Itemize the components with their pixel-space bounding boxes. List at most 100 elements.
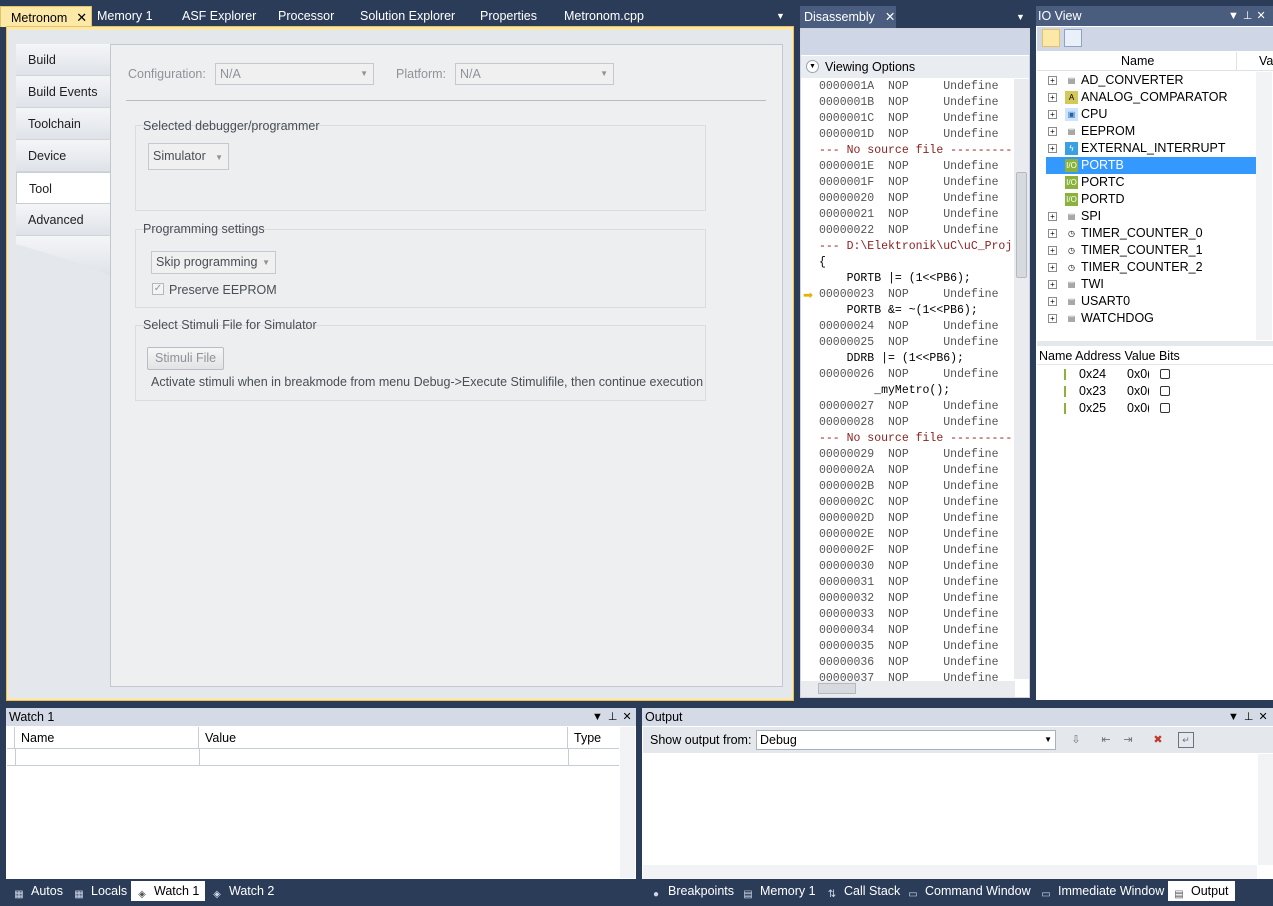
disassembly-line[interactable]: 00000024 NOP Undefine bbox=[804, 319, 1014, 335]
disassembly-line[interactable]: 0000001C NOP Undefine bbox=[804, 111, 1014, 127]
view-toggle-icon[interactable] bbox=[1042, 29, 1060, 47]
configuration-select[interactable]: N/A ▼ bbox=[215, 63, 374, 85]
expand-icon[interactable]: + bbox=[1048, 280, 1057, 289]
io-item-portd[interactable]: I/O PORTD bbox=[1046, 191, 1256, 208]
io-item-spi[interactable]: + ▤ SPI bbox=[1046, 208, 1256, 225]
debugger-select[interactable]: Simulator ▼ bbox=[148, 143, 229, 170]
disassembly-line[interactable]: 00000020 NOP Undefine bbox=[804, 191, 1014, 207]
close-icon[interactable]: ✕ bbox=[76, 10, 87, 25]
io-item-cpu[interactable]: + ▣ CPU bbox=[1046, 106, 1256, 123]
chevron-down-icon[interactable]: ▼ bbox=[776, 6, 785, 27]
scrollbar-thumb[interactable] bbox=[1016, 172, 1027, 278]
stimuli-file-button[interactable]: Stimuli File bbox=[147, 347, 225, 370]
source-line[interactable]: PORTB |= (1<<PB6); bbox=[804, 271, 1014, 287]
column-value[interactable]: Value bbox=[199, 727, 568, 749]
io-item-usart0[interactable]: + ▤ USART0 bbox=[1046, 293, 1256, 310]
disassembly-line[interactable]: 0000002E NOP Undefine bbox=[804, 527, 1014, 543]
pin-icon[interactable]: ⊥ bbox=[608, 711, 623, 723]
disassembly-line[interactable]: 00000033 NOP Undefine bbox=[804, 607, 1014, 623]
io-item-portc[interactable]: I/O PORTC bbox=[1046, 174, 1256, 191]
disassembly-line[interactable]: 0000002B NOP Undefine bbox=[804, 479, 1014, 495]
expand-icon[interactable]: + bbox=[1048, 76, 1057, 85]
disassembly-line[interactable]: 00000029 NOP Undefine bbox=[804, 447, 1014, 463]
bottom-tab-memory-1[interactable]: ▤ Memory 1 bbox=[737, 881, 822, 901]
close-icon[interactable]: ✕ bbox=[1258, 711, 1272, 723]
find-message-icon[interactable]: ⇩ bbox=[1068, 732, 1084, 748]
disassembly-line[interactable]: 0000002F NOP Undefine bbox=[804, 543, 1014, 559]
bottom-tab-immediate-window[interactable]: ▭ Immediate Window bbox=[1035, 881, 1170, 901]
disassembly-line[interactable]: 00000035 NOP Undefine bbox=[804, 639, 1014, 655]
platform-select[interactable]: N/A ▼ bbox=[455, 63, 614, 85]
chevron-down-icon[interactable]: ▼ bbox=[806, 60, 819, 73]
source-line[interactable]: PORTB &= ~(1<<PB6); bbox=[804, 303, 1014, 319]
bit-checkbox[interactable] bbox=[1160, 369, 1170, 379]
disassembly-line[interactable]: 00000037 NOP Undefine bbox=[804, 671, 1014, 681]
output-source-select[interactable]: Debug ▼ bbox=[756, 730, 1056, 750]
bottom-tab-watch-2[interactable]: ◈ Watch 2 bbox=[206, 881, 280, 901]
io-item-analog-comparator[interactable]: + A ANALOG_COMPARATOR bbox=[1046, 89, 1256, 106]
expand-icon[interactable]: + bbox=[1048, 314, 1057, 323]
disassembly-line[interactable]: 00000026 NOP Undefine bbox=[804, 367, 1014, 383]
disassembly-line[interactable]: 00000027 NOP Undefine bbox=[804, 399, 1014, 415]
disassembly-line[interactable]: 00000034 NOP Undefine bbox=[804, 623, 1014, 639]
tab-processor[interactable]: Processor bbox=[268, 6, 334, 27]
tab-memory-1[interactable]: Memory 1 bbox=[87, 6, 153, 27]
disassembly-line[interactable]: 0000002D NOP Undefine bbox=[804, 511, 1014, 527]
disassembly-line[interactable]: 0000001F NOP Undefine bbox=[804, 175, 1014, 191]
side-tab-tool[interactable]: Tool bbox=[16, 172, 112, 204]
bottom-tab-command-window[interactable]: ▭ Command Window bbox=[902, 881, 1037, 901]
disassembly-tab[interactable]: Disassembly ✕ bbox=[800, 6, 896, 28]
side-tab-toolchain[interactable]: Toolchain bbox=[16, 108, 110, 140]
source-separator[interactable]: --- No source file --------- bbox=[804, 431, 1014, 447]
io-item-twi[interactable]: + ▤ TWI bbox=[1046, 276, 1256, 293]
side-tab-device[interactable]: Device bbox=[16, 140, 110, 172]
chevron-down-icon[interactable]: ▼ bbox=[1228, 711, 1244, 723]
output-horizontal-scrollbar[interactable] bbox=[643, 865, 1257, 879]
side-tab-advanced[interactable]: Advanced bbox=[16, 204, 110, 236]
bottom-tab-call-stack[interactable]: ⇅ Call Stack bbox=[821, 881, 906, 901]
io-item-timer-counter-2[interactable]: + ◷ TIMER_COUNTER_2 bbox=[1046, 259, 1256, 276]
io-item-timer-counter-1[interactable]: + ◷ TIMER_COUNTER_1 bbox=[1046, 242, 1256, 259]
expand-icon[interactable]: + bbox=[1048, 246, 1057, 255]
disassembly-line[interactable]: 00000022 NOP Undefine bbox=[804, 223, 1014, 239]
disassembly-line[interactable]: 0000001A NOP Undefine bbox=[804, 79, 1014, 95]
pin-close-controls[interactable]: ▼⊥✕ bbox=[1228, 6, 1270, 26]
bottom-tab-locals[interactable]: ▦ Locals bbox=[68, 881, 133, 901]
column-name[interactable]: Name bbox=[15, 727, 199, 749]
tab-asf-explorer[interactable]: ASF Explorer bbox=[172, 6, 256, 27]
io-item-eeprom[interactable]: + ▤ EEPROM bbox=[1046, 123, 1256, 140]
disassembly-line[interactable]: 0000002C NOP Undefine bbox=[804, 495, 1014, 511]
close-icon[interactable]: ✕ bbox=[1256, 10, 1269, 22]
disassembly-line[interactable]: 00000036 NOP Undefine bbox=[804, 655, 1014, 671]
tab-metronom-cpp[interactable]: Metronom.cpp bbox=[554, 6, 644, 27]
chevron-down-icon[interactable]: ▼ bbox=[1228, 10, 1243, 22]
bit-checkbox[interactable] bbox=[1160, 403, 1170, 413]
disassembly-line[interactable]: 00000030 NOP Undefine bbox=[804, 559, 1014, 575]
bottom-tab-autos[interactable]: ▦ Autos bbox=[8, 881, 69, 901]
clear-all-icon[interactable]: ✖ bbox=[1150, 732, 1166, 748]
source-separator[interactable]: --- No source file --------- bbox=[804, 143, 1014, 159]
view-split-icon[interactable] bbox=[1064, 29, 1082, 47]
disassembly-line[interactable]: 00000032 NOP Undefine bbox=[804, 591, 1014, 607]
close-icon[interactable]: ✕ bbox=[885, 10, 895, 24]
expand-icon[interactable]: + bbox=[1048, 127, 1057, 136]
disassembly-line[interactable]: 00000028 NOP Undefine bbox=[804, 415, 1014, 431]
preserve-eeprom-checkbox[interactable]: ✓ bbox=[152, 283, 164, 295]
bottom-tab-output[interactable]: ▤ Output bbox=[1168, 881, 1235, 901]
disassembly-line[interactable]: 0000002A NOP Undefine bbox=[804, 463, 1014, 479]
column-name[interactable]: Name bbox=[1121, 54, 1154, 68]
disassembly-line[interactable]: 0000001D NOP Undefine bbox=[804, 127, 1014, 143]
source-line[interactable]: { bbox=[804, 255, 1014, 271]
side-tab-build[interactable]: Build bbox=[16, 44, 110, 76]
tab-solution-explorer[interactable]: Solution Explorer bbox=[350, 6, 455, 27]
bottom-tab-watch-1[interactable]: ◈ Watch 1 bbox=[131, 881, 206, 901]
viewing-options-header[interactable]: Viewing Options bbox=[801, 56, 1029, 78]
expand-icon[interactable]: + bbox=[1048, 93, 1057, 102]
tab-properties[interactable]: Properties bbox=[470, 6, 537, 27]
expand-icon[interactable]: + bbox=[1048, 263, 1057, 272]
pin-close-controls[interactable]: ▼⊥✕ bbox=[592, 708, 637, 726]
disassembly-line[interactable]: 00000031 NOP Undefine bbox=[804, 575, 1014, 591]
io-item-external-interrupt[interactable]: + ϟ EXTERNAL_INTERRUPT bbox=[1046, 140, 1256, 157]
pin-icon[interactable]: ⊥ bbox=[1244, 711, 1259, 723]
disassembly-line[interactable]: 00000025 NOP Undefine bbox=[804, 335, 1014, 351]
